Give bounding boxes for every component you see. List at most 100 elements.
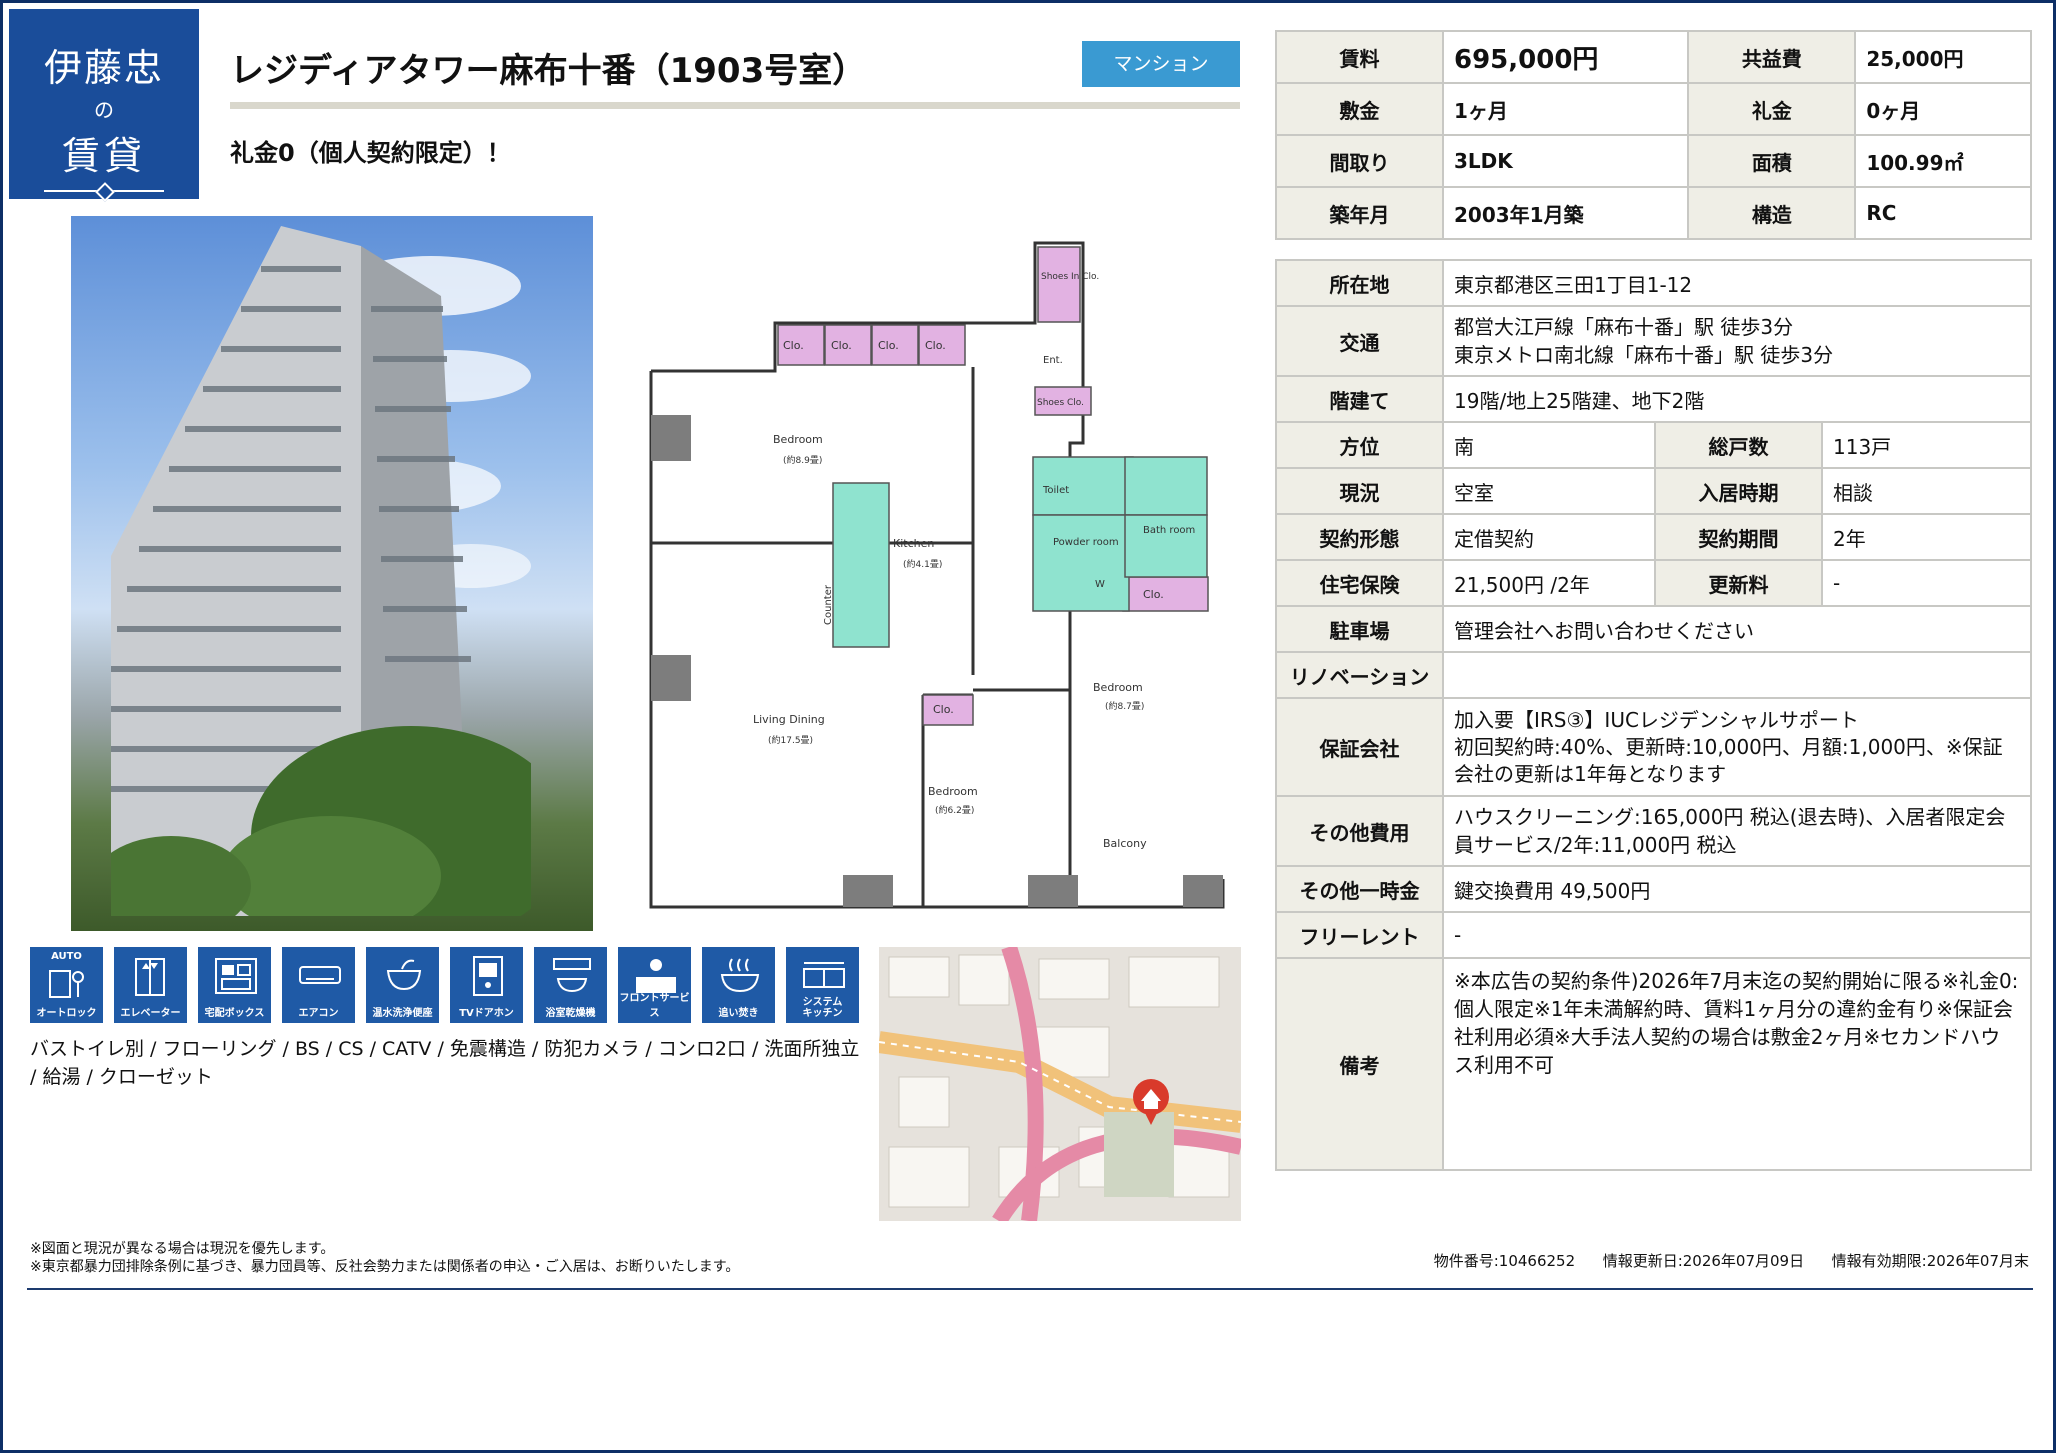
valid-until: 情報有効期限:2026年07月末 bbox=[1831, 1252, 2029, 1270]
front-service-label: フロントサービス bbox=[619, 993, 690, 1019]
system-kitchen-icon: システム キッチン bbox=[786, 947, 859, 1023]
fp-bedroom-2: Bedroom bbox=[928, 785, 978, 798]
logo-text-3: 賃貸 bbox=[61, 134, 146, 178]
disclaimer-line-1: ※図面と現況が異なる場合は現況を優先します。 bbox=[30, 1241, 335, 1257]
renewal-label: 更新料 bbox=[1654, 559, 1823, 607]
status-value: 空室 bbox=[1442, 467, 1656, 515]
auto-badge: AUTO bbox=[51, 951, 82, 962]
renovation-value bbox=[1442, 651, 2032, 699]
guarantor-label: 保証会社 bbox=[1275, 697, 1444, 797]
key-money-value: 0ヶ月 bbox=[1854, 82, 2032, 136]
other-fees-value: ハウスクリーニング:165,000円 税込(退去時)、入居者限定会員サービス/2… bbox=[1442, 795, 2032, 867]
guarantor-line-1: 加入要【IRS③】IUCレジデンシャルサポート bbox=[1454, 707, 1859, 732]
layout-value: 3LDK bbox=[1441, 134, 1690, 188]
renovation-label: リノベーション bbox=[1275, 651, 1444, 699]
other-once-value: 鍵交換費用 49,500円 bbox=[1442, 865, 2032, 913]
fp-living: Living Dining bbox=[753, 713, 825, 726]
washlet-label: 温水洗浄便座 bbox=[372, 1008, 433, 1019]
key-money-label: 礼金 bbox=[1687, 82, 1857, 136]
listing-meta: 物件番号:10466252 情報更新日:2026年07月09日 情報有効期限:2… bbox=[1434, 1250, 2029, 1271]
layout-label: 間取り bbox=[1275, 134, 1444, 188]
bathroom-dryer-label: 浴室乾燥機 bbox=[545, 1008, 596, 1019]
other-fees-label: その他費用 bbox=[1275, 795, 1444, 867]
logo-text-2: の bbox=[94, 98, 114, 122]
property-number: 物件番号:10466252 bbox=[1433, 1252, 1576, 1270]
other-once-label: その他一時金 bbox=[1275, 865, 1444, 913]
renewal-value: - bbox=[1821, 559, 2032, 607]
disclaimer-line-2: ※東京都暴力団排除条例に基づき、暴力団員等、反社会勢力または関係者の申込・ご入居… bbox=[30, 1259, 740, 1275]
fp-kitchen: Kitchen bbox=[893, 537, 934, 550]
transport-line-2: 東京メトロ南北線「麻布十番」駅 徒歩3分 bbox=[1454, 343, 1834, 367]
footer-divider bbox=[27, 1288, 2033, 1290]
floor-label: 階建て bbox=[1275, 375, 1444, 423]
contract-value: 定借契約 bbox=[1442, 513, 1656, 561]
fp-clo-1: Clo. bbox=[783, 339, 804, 352]
fp-bath-room: Bath room bbox=[1143, 525, 1195, 536]
fp-clo-6: Clo. bbox=[933, 703, 954, 716]
area-label: 面積 bbox=[1687, 134, 1857, 188]
fp-entrance: Ent. bbox=[1043, 355, 1063, 366]
address-value: 東京都港区三田1丁目1-12 bbox=[1442, 259, 2032, 307]
parking-label: 駐車場 bbox=[1275, 605, 1444, 653]
tower-illustration bbox=[111, 226, 531, 916]
structure-label: 構造 bbox=[1687, 186, 1857, 240]
washlet-icon: 温水洗浄便座 bbox=[366, 947, 439, 1023]
fp-washer: W bbox=[1095, 579, 1105, 590]
remarks-value: ※本広告の契約条件)2026年7月末迄の契約開始に限る※礼金0:個人限定※1年未… bbox=[1442, 957, 2032, 1171]
address-label: 所在地 bbox=[1275, 259, 1444, 307]
structure-value: RC bbox=[1854, 186, 2032, 240]
tv-intercom-icon: TVドアホン bbox=[450, 947, 523, 1023]
delivery-box-icon: 宅配ボックス bbox=[198, 947, 271, 1023]
fp-powder-room: Powder room bbox=[1053, 537, 1119, 548]
updated-date: 情報更新日:2026年07月09日 bbox=[1602, 1252, 1805, 1270]
brand-logo: 伊藤忠 の 賃貸 bbox=[9, 9, 199, 199]
fp-clo-5: Clo. bbox=[1143, 588, 1164, 601]
transport-line-1: 都営大江戸線「麻布十番」駅 徒歩3分 bbox=[1454, 315, 1794, 339]
fp-counter: Counter bbox=[823, 584, 834, 625]
direction-label: 方位 bbox=[1275, 421, 1444, 469]
fp-bedroom-1: Bedroom bbox=[773, 433, 823, 446]
free-rent-label: フリーレント bbox=[1275, 911, 1444, 959]
property-details-table: 所在地 東京都港区三田1丁目1-12 交通 都営大江戸線「麻布十番」駅 徒歩3分… bbox=[1275, 259, 2032, 1171]
fp-kitchen-size: (約4.1畳) bbox=[903, 558, 942, 570]
bathroom-dryer-icon: 浴室乾燥機 bbox=[534, 947, 607, 1023]
move-in-label: 入居時期 bbox=[1654, 467, 1823, 515]
amenity-icon-row: AUTO オートロック エレベーター 宅配ボックス エアコン 温水洗浄便座 TV… bbox=[30, 947, 865, 1025]
guarantor-line-2: 初回契約時:40%、更新時:10,000円、月額:1,000円、※保証会社の更新… bbox=[1454, 734, 2003, 786]
floor-plan: Clo. Clo. Clo. Clo. Bedroom (約8.9畳) Kitc… bbox=[649, 241, 1225, 909]
property-flyer: 伊藤忠 の 賃貸 レジディアタワー麻布十番（1903号室） マンション 礼金0（… bbox=[0, 0, 2056, 1453]
fp-toilet: Toilet bbox=[1042, 485, 1069, 496]
fp-shoes-clo: Shoes Clo. bbox=[1037, 398, 1084, 408]
transport-label: 交通 bbox=[1275, 305, 1444, 377]
free-rent-value: - bbox=[1442, 911, 2032, 959]
reheating-bath-icon: 追い焚き bbox=[702, 947, 775, 1023]
reheating-bath-label: 追い焚き bbox=[718, 1008, 759, 1019]
fp-clo-3: Clo. bbox=[878, 339, 899, 352]
air-conditioner-label: エアコン bbox=[298, 1008, 339, 1019]
insurance-value: 21,500円 /2年 bbox=[1442, 559, 1656, 607]
fp-bedroom-3-size: (約8.7畳) bbox=[1105, 700, 1144, 712]
elevator-label: エレベーター bbox=[120, 1008, 181, 1019]
building-photo bbox=[71, 216, 593, 931]
rent-label: 賃料 bbox=[1275, 30, 1444, 84]
fp-bedroom-1-size: (約8.9畳) bbox=[783, 454, 822, 466]
rent-value: 695,000円 bbox=[1441, 30, 1690, 84]
insurance-label: 住宅保険 bbox=[1275, 559, 1444, 607]
air-conditioner-icon: エアコン bbox=[282, 947, 355, 1023]
auto-lock-label: オートロック bbox=[36, 1008, 97, 1019]
fp-balcony: Balcony bbox=[1103, 837, 1147, 850]
front-service-icon: フロントサービス bbox=[618, 947, 691, 1023]
fp-clo-4: Clo. bbox=[925, 339, 946, 352]
parking-value: 管理会社へお問い合わせください bbox=[1442, 605, 2032, 653]
rent-summary-table: 賃料 695,000円 共益費 25,000円 敷金 1ヶ月 礼金 0ヶ月 間取… bbox=[1275, 30, 2032, 240]
system-kitchen-label: システム キッチン bbox=[802, 997, 843, 1019]
period-value: 2年 bbox=[1821, 513, 2032, 561]
status-label: 現況 bbox=[1275, 467, 1444, 515]
delivery-box-label: 宅配ボックス bbox=[204, 1008, 265, 1019]
features-list: バストイレ別 / フローリング / BS / CS / CATV / 免震構造 … bbox=[30, 1038, 860, 1088]
location-map[interactable] bbox=[879, 947, 1241, 1221]
fp-shoes-in-clo: Shoes In Clo. bbox=[1041, 272, 1099, 282]
property-type-badge: マンション bbox=[1082, 41, 1240, 87]
built-value: 2003年1月築 bbox=[1441, 186, 1690, 240]
tv-intercom-label: TVドアホン bbox=[459, 1008, 514, 1019]
